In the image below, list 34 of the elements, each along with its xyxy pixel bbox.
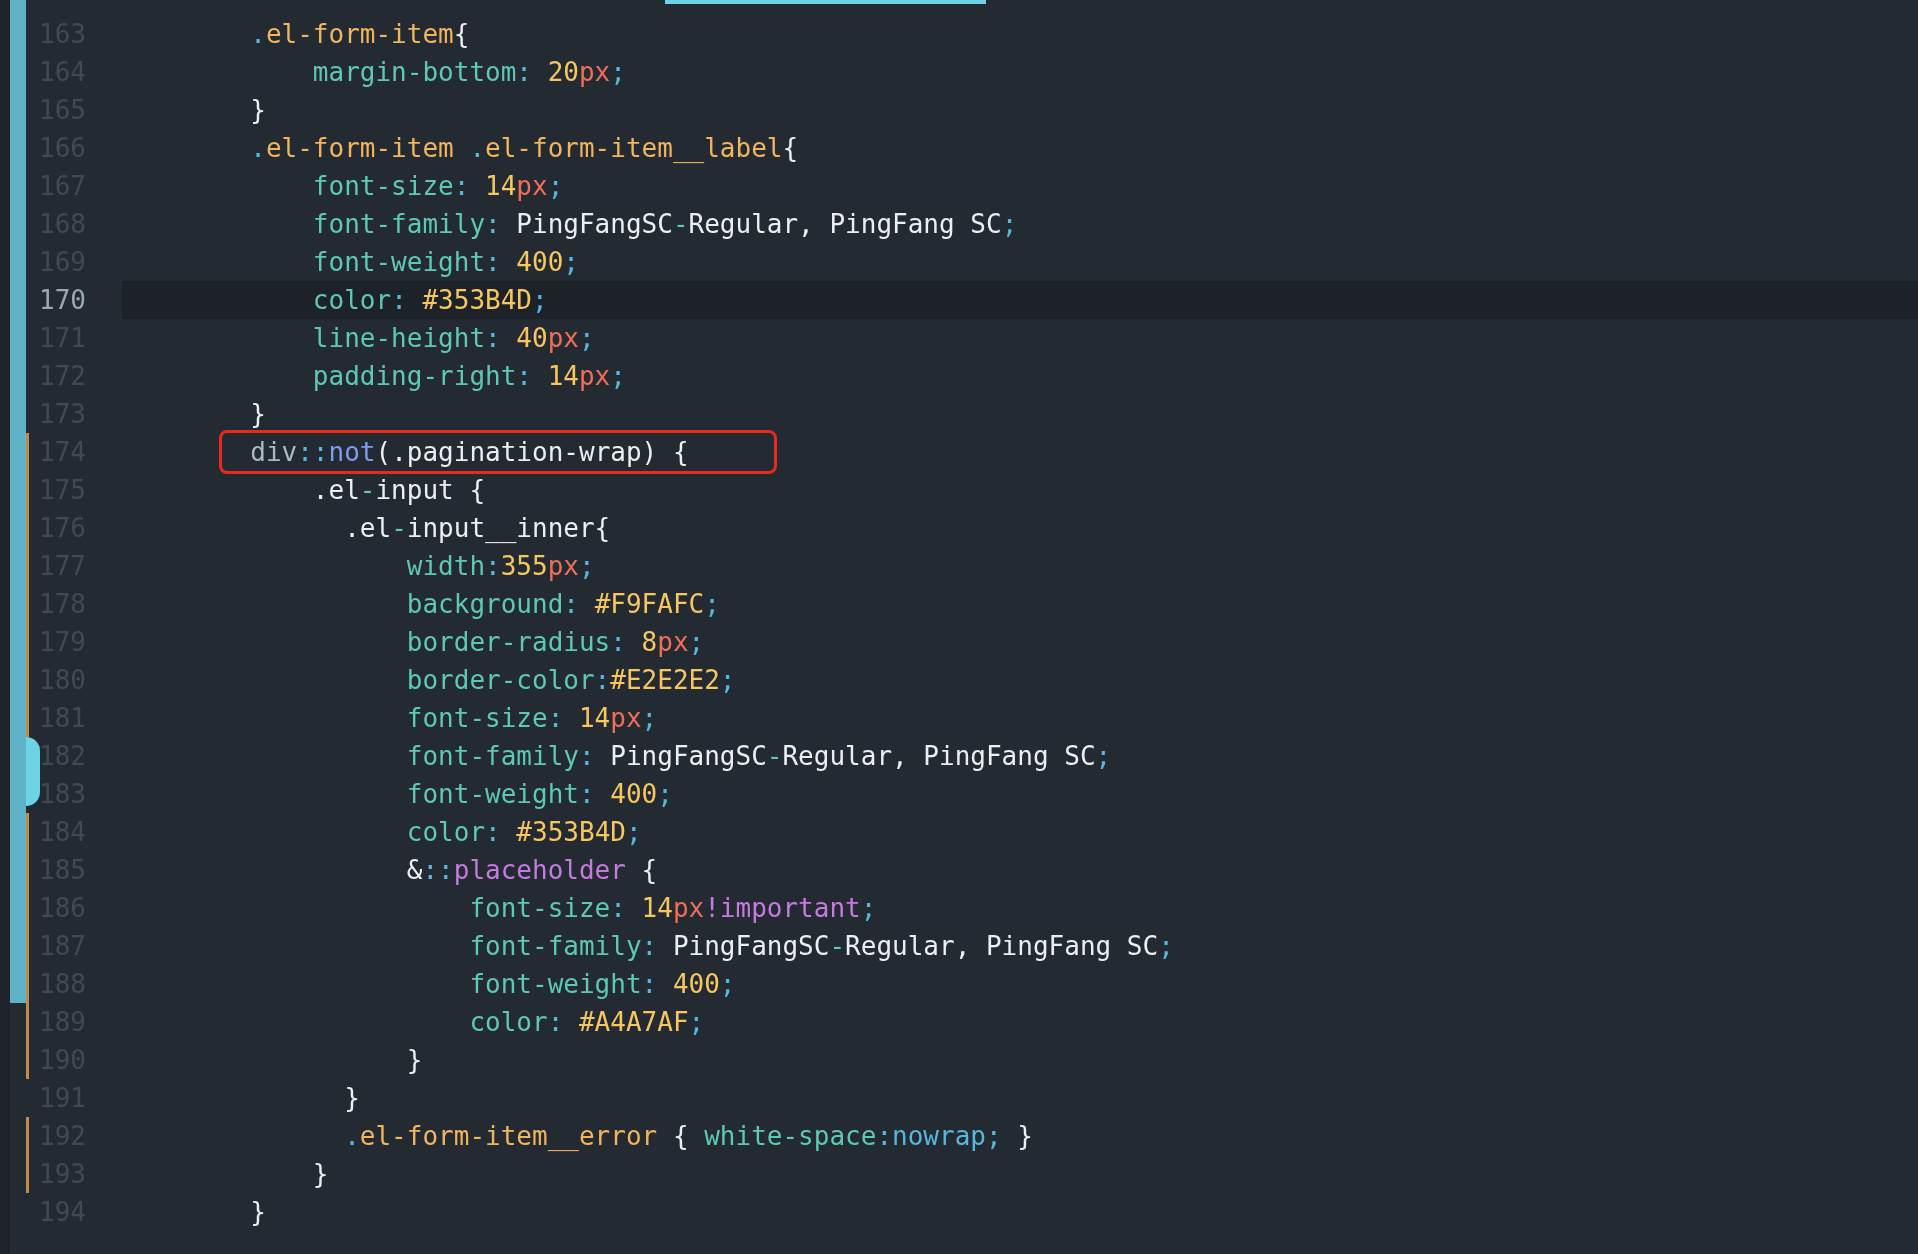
- code-text: &::placeholder {: [406, 855, 658, 885]
- code-text: }: [250, 95, 266, 125]
- code-text: color: #353B4D;: [312, 285, 548, 315]
- code-text: margin-bottom: 20px;: [312, 57, 626, 87]
- code-text: .el-form-item .el-form-item__label{: [250, 133, 799, 163]
- code-text: border-color:#E2E2E2;: [406, 665, 736, 695]
- code-text: font-family: PingFangSC-Regular, PingFang SC;: [469, 931, 1174, 961]
- code-text: }: [250, 1197, 266, 1227]
- code-text: font-weight: 400;: [469, 969, 736, 999]
- code-text: font-size: 14px!important;: [469, 893, 877, 923]
- code-text: }: [312, 1159, 329, 1189]
- code-text: font-family: PingFangSC-Regular, PingFang SC;: [406, 741, 1112, 771]
- code-text: .el-form-item{: [250, 19, 470, 49]
- code-text: font-weight: 400;: [406, 779, 673, 809]
- code-text: .el-input__inner{: [344, 513, 611, 543]
- code-text: }: [250, 399, 266, 429]
- code-text: padding-right: 14px;: [312, 361, 626, 391]
- code-text: line-height: 40px;: [312, 323, 595, 353]
- code-text: div::not(.pagination-wrap) {: [250, 437, 689, 467]
- code-text: .el-input {: [312, 475, 486, 505]
- code-text: font-size: 14px;: [312, 171, 564, 201]
- code-text: font-weight: 400;: [312, 247, 579, 277]
- code-text: color: #A4A7AF;: [469, 1007, 705, 1037]
- code-text: .el-form-item__error { white-space:nowrap; }: [344, 1121, 1033, 1151]
- line-number: 170: [38, 285, 86, 315]
- code-text: }: [344, 1083, 360, 1113]
- code-text: border-radius: 8px;: [406, 627, 705, 657]
- code-text: width:355px;: [406, 551, 595, 581]
- code-text: font-family: PingFangSC-Regular, PingFang SC;: [312, 209, 1018, 239]
- code-text: color: #353B4D;: [406, 817, 642, 847]
- code-text: font-size: 14px;: [406, 703, 658, 733]
- code-text: }: [406, 1045, 423, 1075]
- code-text: background: #F9FAFC;: [406, 589, 720, 619]
- gutter-handle[interactable]: [26, 737, 40, 806]
